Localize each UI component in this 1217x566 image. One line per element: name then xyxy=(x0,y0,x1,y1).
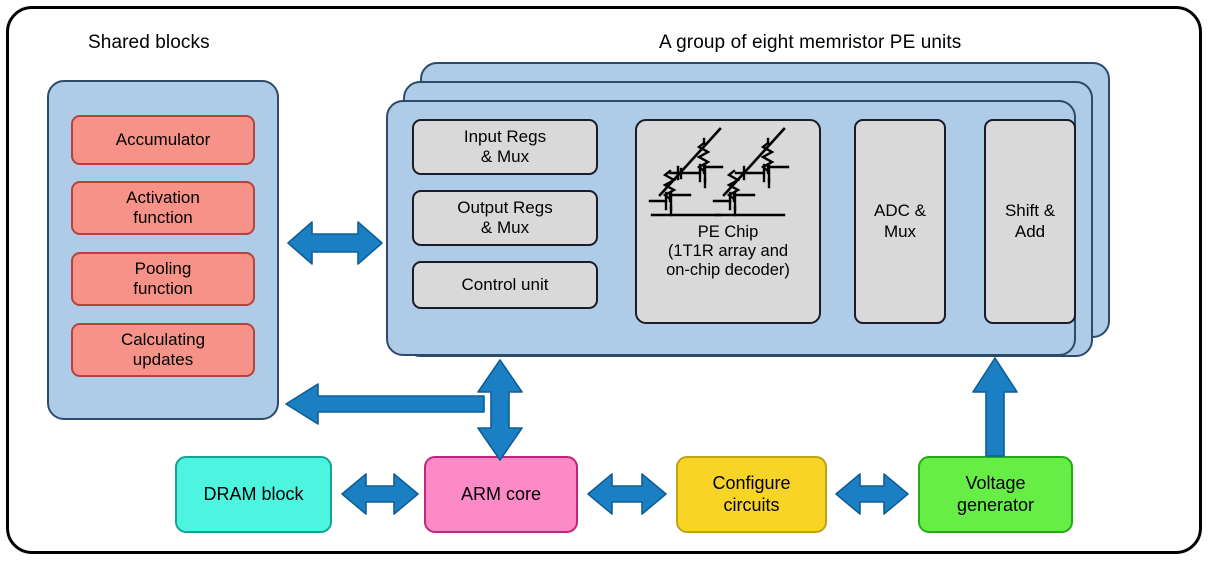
pe-chip-caption-group: PE Chip (1T1R array and on-chip decoder) xyxy=(666,223,790,280)
pe-chip-detail-line-2: on-chip decoder) xyxy=(666,261,790,280)
shared-block-label: Activation function xyxy=(126,188,200,227)
pe-block-label: Control unit xyxy=(461,274,549,294)
pe-unit-panel-front: Input Regs & Mux Output Regs & Mux Control… xyxy=(386,100,1076,356)
pe-chip-block[interactable]: PE Chip (1T1R array and on-chip decoder) xyxy=(635,119,821,324)
pe-block-adc-mux[interactable]: ADC & Mux xyxy=(854,119,946,324)
shared-blocks-panel: Accumulator Activation function Pooling fu… xyxy=(47,80,279,420)
pe-block-input-regs-mux[interactable]: Input Regs & Mux xyxy=(412,119,598,175)
bottom-block-label: ARM core xyxy=(460,483,541,504)
bottom-block-label: DRAM block xyxy=(203,483,304,504)
diagram-canvas: Shared blocks A group of eight memristor… xyxy=(0,0,1217,566)
shared-block-accumulator[interactable]: Accumulator xyxy=(71,115,255,165)
shared-block-pooling-function[interactable]: Pooling function xyxy=(71,252,255,306)
pe-block-shift-add[interactable]: Shift & Add xyxy=(984,119,1076,324)
shared-block-label: Accumulator xyxy=(115,130,211,150)
bottom-block-configure-circuits[interactable]: Configure circuits xyxy=(676,456,827,533)
bottom-block-arm-core[interactable]: ARM core xyxy=(424,456,578,533)
shared-block-label: Calculating updates xyxy=(120,330,206,369)
1t1r-array-schematic-icon xyxy=(648,127,790,217)
bottom-block-label: Voltage generator xyxy=(956,473,1035,515)
pe-chip-detail-line-1: (1T1R array and xyxy=(667,242,789,261)
shared-block-activation-function[interactable]: Activation function xyxy=(71,181,255,235)
bottom-block-voltage-generator[interactable]: Voltage generator xyxy=(918,456,1073,533)
shared-blocks-caption: Shared blocks xyxy=(88,32,210,53)
bottom-block-label: Configure circuits xyxy=(712,473,791,515)
pe-block-output-regs-mux[interactable]: Output Regs & Mux xyxy=(412,190,598,246)
pe-block-label: Input Regs & Mux xyxy=(463,126,547,166)
pe-group-caption: A group of eight memristor PE units xyxy=(659,32,962,53)
pe-block-label: Output Regs & Mux xyxy=(457,197,553,237)
pe-block-label: ADC & Mux xyxy=(874,201,926,241)
pe-chip-name: PE Chip xyxy=(697,223,759,241)
shared-block-calculating-updates[interactable]: Calculating updates xyxy=(71,323,255,377)
pe-block-control-unit[interactable]: Control unit xyxy=(412,261,598,309)
pe-block-label: Shift & Add xyxy=(1004,201,1056,241)
bottom-block-dram[interactable]: DRAM block xyxy=(175,456,332,533)
shared-block-label: Pooling function xyxy=(133,259,193,298)
